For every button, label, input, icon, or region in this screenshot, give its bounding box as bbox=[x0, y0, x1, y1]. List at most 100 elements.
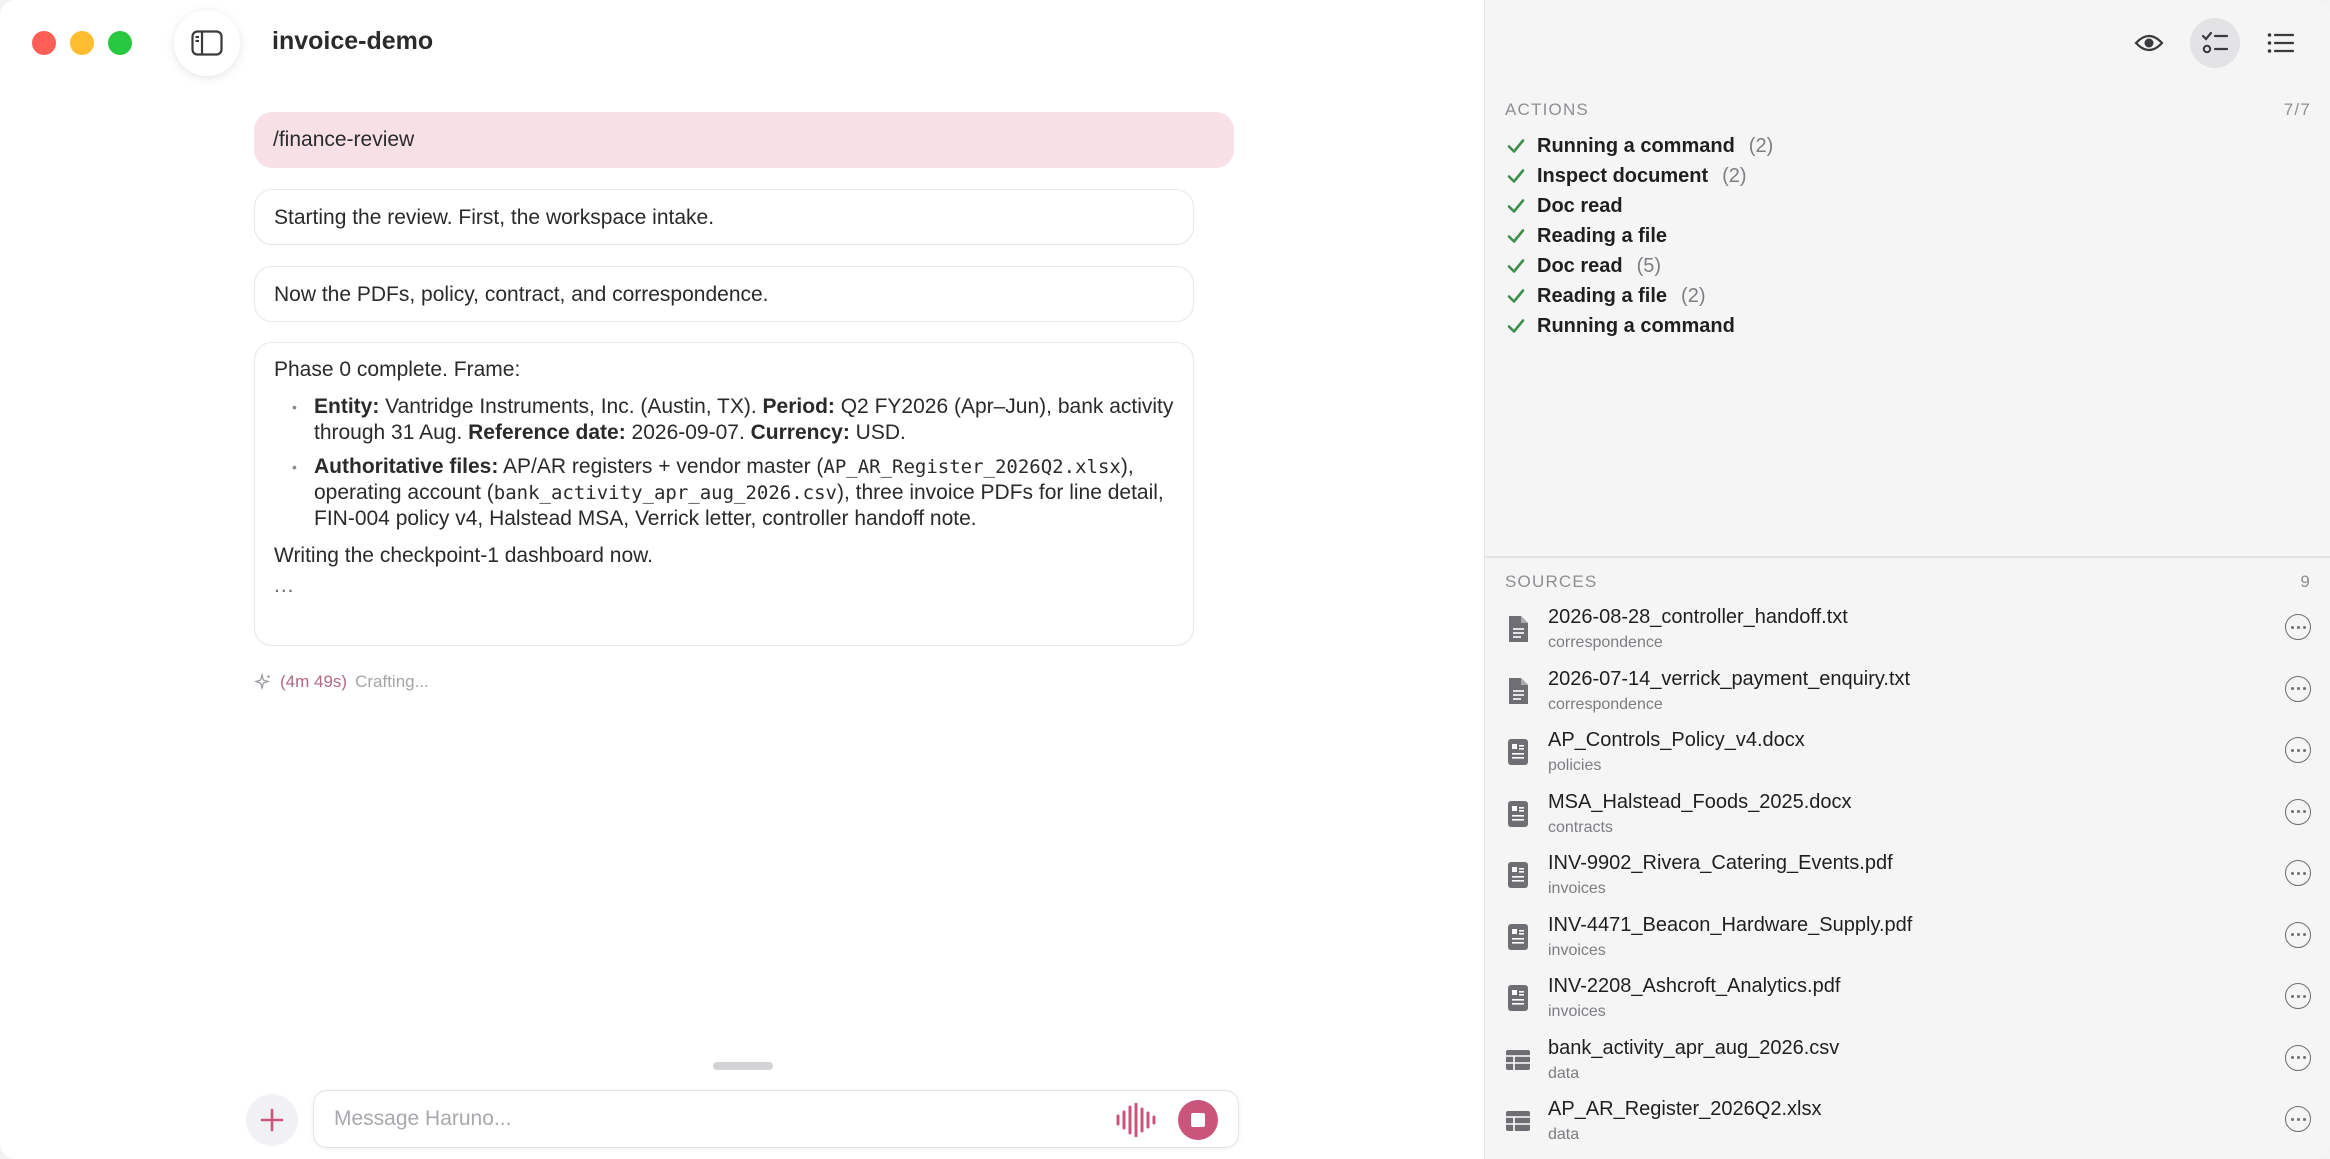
stop-icon bbox=[1191, 1113, 1205, 1127]
summary-bullets: Entity: Vantridge Instruments, Inc. (Aus… bbox=[292, 394, 1174, 532]
sources-title: SOURCES bbox=[1505, 572, 1598, 591]
source-category: invoices bbox=[1548, 1003, 1606, 1020]
source-item[interactable]: INV-9902_Rivera_Catering_Events.pdf invo… bbox=[1505, 850, 2311, 912]
source-filename: 2026-08-28_controller_handoff.txt bbox=[1548, 606, 1848, 628]
action-item[interactable]: Running a command bbox=[1507, 311, 1773, 341]
source-item[interactable]: MSA_Halstead_Foods_2025.docx contracts bbox=[1505, 789, 2311, 851]
app-title: invoice-demo bbox=[272, 27, 434, 55]
message-input[interactable] bbox=[334, 1103, 1094, 1135]
document-file-icon bbox=[1505, 860, 1531, 890]
checkmark-icon bbox=[1507, 288, 1537, 304]
source-item[interactable]: AP_Controls_Policy_v4.docx policies bbox=[1505, 727, 2311, 789]
status-text: Crafting... bbox=[355, 672, 429, 691]
checkmark-icon bbox=[1507, 168, 1537, 184]
more-options-button[interactable] bbox=[2285, 921, 2311, 948]
source-filename: INV-2208_Ashcroft_Analytics.pdf bbox=[1548, 975, 1841, 997]
more-options-button[interactable] bbox=[2285, 860, 2311, 886]
elapsed-time: (4m 49s) bbox=[280, 672, 348, 691]
close-window-button[interactable] bbox=[32, 31, 56, 55]
more-options-button[interactable] bbox=[2285, 675, 2311, 702]
eye-icon bbox=[2134, 34, 2164, 52]
more-options-button[interactable] bbox=[2285, 614, 2311, 640]
chat-pane: invoice-demo /finance-review Starting th… bbox=[0, 0, 1484, 1159]
document-file-icon bbox=[1505, 922, 1531, 952]
document-file-icon bbox=[1505, 737, 1531, 767]
message-composer bbox=[313, 1090, 1239, 1148]
preview-toggle-button[interactable] bbox=[2124, 18, 2174, 68]
source-item[interactable]: AP_AR_Register_2026Q2.xlsx data bbox=[1505, 1096, 2311, 1158]
action-item[interactable]: Reading a file (2) bbox=[1507, 281, 1773, 311]
source-filename: bank_activity_apr_aug_2026.csv bbox=[1548, 1036, 1840, 1059]
checkmark-icon bbox=[1507, 318, 1537, 334]
actions-list: Running a command (2) Inspect document (2)… bbox=[1507, 131, 1773, 341]
assistant-message: Starting the review. First, the workspac… bbox=[254, 189, 1194, 245]
more-options-button[interactable] bbox=[2285, 1044, 2311, 1071]
stop-generation-button[interactable] bbox=[1178, 1100, 1218, 1140]
source-item[interactable]: bank_activity_apr_aug_2026.csv data bbox=[1505, 1035, 2311, 1097]
outline-button[interactable] bbox=[2256, 18, 2306, 68]
checkmark-icon bbox=[1507, 138, 1537, 154]
sources-header: SOURCES 9 bbox=[1505, 572, 2311, 592]
minimize-window-button[interactable] bbox=[70, 31, 94, 55]
source-category: data bbox=[1548, 1064, 1580, 1082]
source-category: correspondence bbox=[1548, 695, 1663, 713]
app-window: invoice-demo /finance-review Starting th… bbox=[0, 0, 2330, 1159]
action-item[interactable]: Inspect document (2) bbox=[1507, 161, 1773, 191]
source-filename: 2026-07-14_verrick_payment_enquiry.txt bbox=[1548, 667, 1911, 690]
action-item[interactable]: Doc read (5) bbox=[1507, 251, 1773, 281]
summary-bullet-files: Authoritative files: AP/AR registers + v… bbox=[292, 454, 1174, 532]
document-file-icon bbox=[1505, 983, 1531, 1013]
source-category: policies bbox=[1548, 757, 1602, 774]
maximize-window-button[interactable] bbox=[108, 31, 132, 55]
source-category: invoices bbox=[1548, 941, 1606, 959]
table-file-icon bbox=[1505, 1106, 1531, 1136]
summary-outro: Writing the checkpoint-1 dashboard now. bbox=[274, 544, 654, 567]
summary-bullet-frame: Entity: Vantridge Instruments, Inc. (Aus… bbox=[292, 394, 1174, 446]
source-item[interactable]: INV-4471_Beacon_Hardware_Supply.pdf invo… bbox=[1505, 912, 2311, 974]
source-filename: MSA_Halstead_Foods_2025.docx bbox=[1548, 790, 1852, 813]
inspector-toolbar bbox=[1484, 18, 2330, 68]
source-item[interactable]: 2026-08-28_controller_handoff.txt corres… bbox=[1505, 604, 2311, 666]
actions-count: 7/7 bbox=[2283, 100, 2311, 119]
source-item[interactable]: INV-2208_Ashcroft_Analytics.pdf invoices bbox=[1505, 973, 2311, 1035]
typing-ellipsis: ... bbox=[274, 574, 295, 597]
source-filename: INV-9902_Rivera_Catering_Events.pdf bbox=[1548, 852, 1893, 874]
source-category: data bbox=[1548, 1126, 1580, 1143]
more-options-button[interactable] bbox=[2285, 1106, 2311, 1132]
sources-list: 2026-08-28_controller_handoff.txt corres… bbox=[1505, 604, 2311, 1158]
generation-status: (4m 49s) Crafting... bbox=[254, 672, 429, 692]
resize-handle[interactable] bbox=[713, 1062, 773, 1070]
checkmark-icon bbox=[1507, 258, 1537, 274]
more-options-button[interactable] bbox=[2285, 983, 2311, 1009]
sidebar-toggle-button[interactable] bbox=[174, 10, 240, 76]
voice-input-icon[interactable] bbox=[1114, 1103, 1158, 1137]
section-divider bbox=[1485, 556, 2330, 558]
assistant-message: Now the PDFs, policy, contract, and corr… bbox=[254, 266, 1194, 322]
sparkle-icon bbox=[254, 673, 271, 691]
source-category: contracts bbox=[1548, 818, 1613, 836]
more-options-button[interactable] bbox=[2285, 737, 2311, 763]
actions-title: ACTIONS bbox=[1505, 100, 1589, 119]
source-item[interactable]: 2026-07-14_verrick_payment_enquiry.txt c… bbox=[1505, 666, 2311, 728]
table-file-icon bbox=[1505, 1045, 1531, 1075]
assistant-summary-message: Phase 0 complete. Frame: Entity: Vantrid… bbox=[254, 342, 1194, 646]
checkmark-icon bbox=[1507, 198, 1537, 214]
action-item[interactable]: Doc read bbox=[1507, 191, 1773, 221]
source-category: invoices bbox=[1548, 880, 1606, 897]
list-icon bbox=[2267, 33, 2295, 53]
sources-count: 9 bbox=[2300, 572, 2311, 591]
plus-icon bbox=[260, 1108, 284, 1132]
summary-intro: Phase 0 complete. Frame: bbox=[274, 358, 521, 381]
action-item[interactable]: Running a command (2) bbox=[1507, 131, 1773, 161]
source-filename: AP_AR_Register_2026Q2.xlsx bbox=[1548, 1098, 1822, 1120]
source-category: correspondence bbox=[1548, 634, 1663, 651]
more-options-button[interactable] bbox=[2285, 798, 2311, 825]
user-message: /finance-review bbox=[254, 112, 1234, 168]
sidebar-icon bbox=[191, 30, 223, 56]
actions-panel-button[interactable] bbox=[2190, 18, 2240, 68]
add-attachment-button[interactable] bbox=[246, 1094, 298, 1146]
source-filename: INV-4471_Beacon_Hardware_Supply.pdf bbox=[1548, 913, 1913, 936]
document-file-icon bbox=[1505, 799, 1531, 829]
action-item[interactable]: Reading a file bbox=[1507, 221, 1773, 251]
inspector-pane: ACTIONS 7/7 Running a command (2) Inspect… bbox=[1484, 0, 2330, 1159]
